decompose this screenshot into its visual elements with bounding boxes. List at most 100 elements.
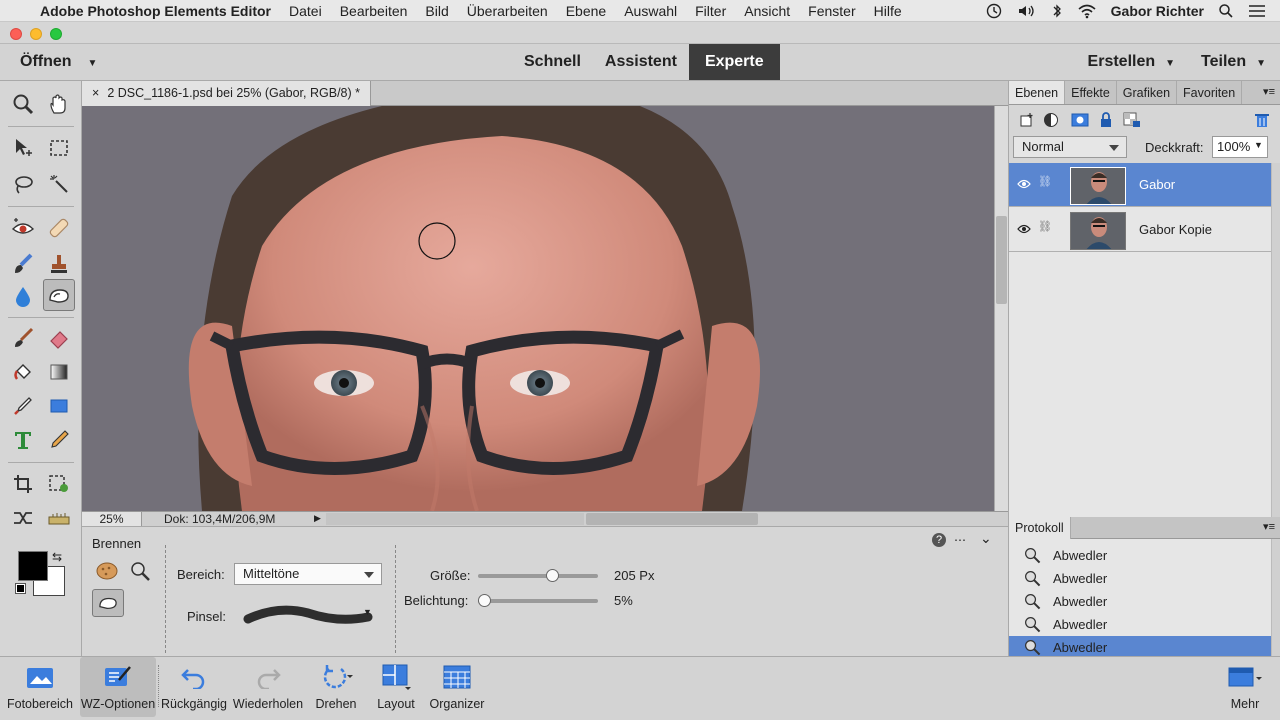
move-tool-icon[interactable] (8, 133, 38, 163)
visibility-eye-icon[interactable] (1017, 222, 1031, 237)
zoom-level[interactable]: 25% (82, 512, 142, 526)
menu-auswahl[interactable]: Auswahl (624, 3, 677, 19)
layer-mask-icon[interactable] (1071, 112, 1089, 131)
trash-icon[interactable] (1254, 112, 1270, 131)
vertical-scrollbar[interactable] (994, 106, 1008, 511)
burn-tool-option-icon[interactable] (92, 589, 124, 617)
tab-effekte[interactable]: Effekte (1065, 81, 1117, 104)
brush-tool-icon[interactable] (8, 323, 38, 353)
collapse-chevron-icon[interactable]: ⌄ (980, 530, 992, 547)
hand-tool-icon[interactable] (44, 89, 74, 119)
zoom-window-button[interactable] (50, 28, 62, 40)
menu-ebene[interactable]: Ebene (566, 3, 606, 19)
mode-quick[interactable]: Schnell (512, 44, 593, 80)
help-icon[interactable]: ? (932, 533, 946, 547)
range-dropdown[interactable]: Mitteltöne (234, 563, 382, 585)
eyedropper-tool-icon[interactable] (8, 391, 38, 421)
status-menu-arrow-icon[interactable]: ▶ (314, 513, 321, 524)
undo-button[interactable]: Rückgängig (160, 657, 228, 717)
vertical-scroll-thumb[interactable] (996, 216, 1007, 304)
mode-guided[interactable]: Assistent (593, 44, 689, 80)
open-button[interactable]: Öffnen ▼ (20, 53, 97, 71)
quick-selection-tool-icon[interactable] (44, 169, 74, 199)
default-colors-icon[interactable] (15, 583, 26, 594)
dodge-tool-icon[interactable] (130, 561, 152, 586)
chevron-down-icon[interactable]: ▼ (363, 607, 372, 617)
text-tool-icon[interactable] (8, 425, 38, 455)
volume-icon[interactable] (1017, 3, 1037, 19)
swap-colors-icon[interactable]: ⇆ (52, 550, 62, 564)
mode-expert[interactable]: Experte (688, 44, 780, 80)
size-slider[interactable] (478, 569, 598, 582)
history-item[interactable]: Abwedler (1009, 613, 1271, 636)
tab-favoriten[interactable]: Favoriten (1177, 81, 1243, 104)
menu-hilfe[interactable]: Hilfe (874, 3, 902, 19)
tab-ebenen[interactable]: Ebenen (1009, 81, 1066, 104)
menu-ansicht[interactable]: Ansicht (744, 3, 790, 19)
horizontal-scroll-thumb[interactable] (586, 513, 758, 525)
blend-mode-dropdown[interactable]: Normal (1013, 136, 1127, 158)
straighten-tool-icon[interactable] (44, 503, 74, 533)
layer-row-gabor[interactable]: ⛓ Gabor (1009, 163, 1271, 207)
exposure-slider-knob[interactable] (478, 594, 491, 607)
new-layer-icon[interactable] (1019, 112, 1035, 131)
close-icon[interactable]: × (92, 86, 99, 100)
lasso-tool-icon[interactable] (8, 169, 38, 199)
burn-tool-icon[interactable] (43, 279, 75, 311)
history-item[interactable]: Abwedler (1009, 590, 1271, 613)
wifi-icon[interactable] (1077, 3, 1097, 19)
menu-bearbeiten[interactable]: Bearbeiten (340, 3, 408, 19)
minimize-window-button[interactable] (30, 28, 42, 40)
layer-row-gabor-kopie[interactable]: ⛓ Gabor Kopie (1009, 208, 1271, 252)
menu-ueberarbeiten[interactable]: Überarbeiten (467, 3, 548, 19)
notification-center-icon[interactable] (1248, 4, 1266, 18)
photo-bin-button[interactable]: Fotobereich (2, 657, 78, 717)
exposure-slider[interactable] (478, 594, 598, 607)
document-tab[interactable]: × 2 DSC_1186-1.psd bei 25% (Gabor, RGB/8)… (82, 81, 371, 106)
red-eye-tool-icon[interactable] (8, 213, 38, 243)
adjustment-layer-icon[interactable] (1043, 112, 1063, 131)
options-menu-icon[interactable]: ⋯ (954, 533, 966, 547)
blur-tool-icon[interactable] (8, 281, 38, 311)
panel-menu-icon[interactable]: ▾≡ (1263, 85, 1275, 98)
layout-button[interactable]: Layout (370, 657, 422, 717)
tab-grafiken[interactable]: Grafiken (1117, 81, 1178, 104)
spotlight-search-icon[interactable] (1218, 3, 1234, 19)
brush-preset-picker[interactable] (238, 597, 378, 637)
rotate-button[interactable]: Drehen (308, 657, 364, 717)
user-name[interactable]: Gabor Richter (1111, 3, 1204, 19)
clone-stamp-tool-icon[interactable] (44, 249, 74, 279)
horizontal-scrollbar-track[interactable] (326, 513, 584, 525)
content-aware-move-tool-icon[interactable] (8, 503, 38, 533)
smart-brush-tool-icon[interactable] (8, 249, 38, 279)
create-button[interactable]: Erstellen ▼ (1088, 53, 1176, 71)
foreground-color-swatch-top[interactable] (18, 551, 48, 581)
menu-datei[interactable]: Datei (289, 3, 322, 19)
eraser-tool-icon[interactable] (44, 323, 74, 353)
history-item[interactable]: Abwedler (1009, 544, 1271, 567)
history-item[interactable]: Abwedler (1009, 567, 1271, 590)
zoom-tool-icon[interactable] (8, 89, 38, 119)
pencil-tool-icon[interactable] (44, 425, 74, 455)
close-window-button[interactable] (10, 28, 22, 40)
tool-options-button[interactable]: WZ-Optionen (80, 657, 156, 717)
recompose-tool-icon[interactable] (44, 469, 74, 499)
history-item-selected[interactable]: Abwedler (1009, 636, 1271, 656)
bluetooth-icon[interactable] (1051, 3, 1063, 19)
marquee-tool-icon[interactable] (44, 133, 74, 163)
paint-bucket-tool-icon[interactable] (8, 357, 38, 387)
opacity-chevron-icon[interactable]: ▼ (1254, 140, 1268, 150)
image-canvas[interactable] (82, 106, 994, 511)
sponge-tool-icon[interactable] (96, 561, 118, 584)
time-machine-icon[interactable] (985, 3, 1003, 19)
app-name-menu[interactable]: Adobe Photoshop Elements Editor (40, 3, 271, 19)
history-scrollbar[interactable] (1271, 539, 1280, 656)
menu-bild[interactable]: Bild (425, 3, 448, 19)
size-slider-knob[interactable] (546, 569, 560, 582)
crop-tool-icon[interactable] (8, 469, 38, 499)
more-button[interactable]: Mehr (1220, 657, 1270, 717)
healing-brush-tool-icon[interactable] (44, 213, 74, 243)
lock-all-icon[interactable] (1099, 112, 1113, 131)
gradient-tool-icon[interactable] (44, 357, 74, 387)
panel-menu-icon[interactable]: ▾≡ (1263, 520, 1275, 533)
